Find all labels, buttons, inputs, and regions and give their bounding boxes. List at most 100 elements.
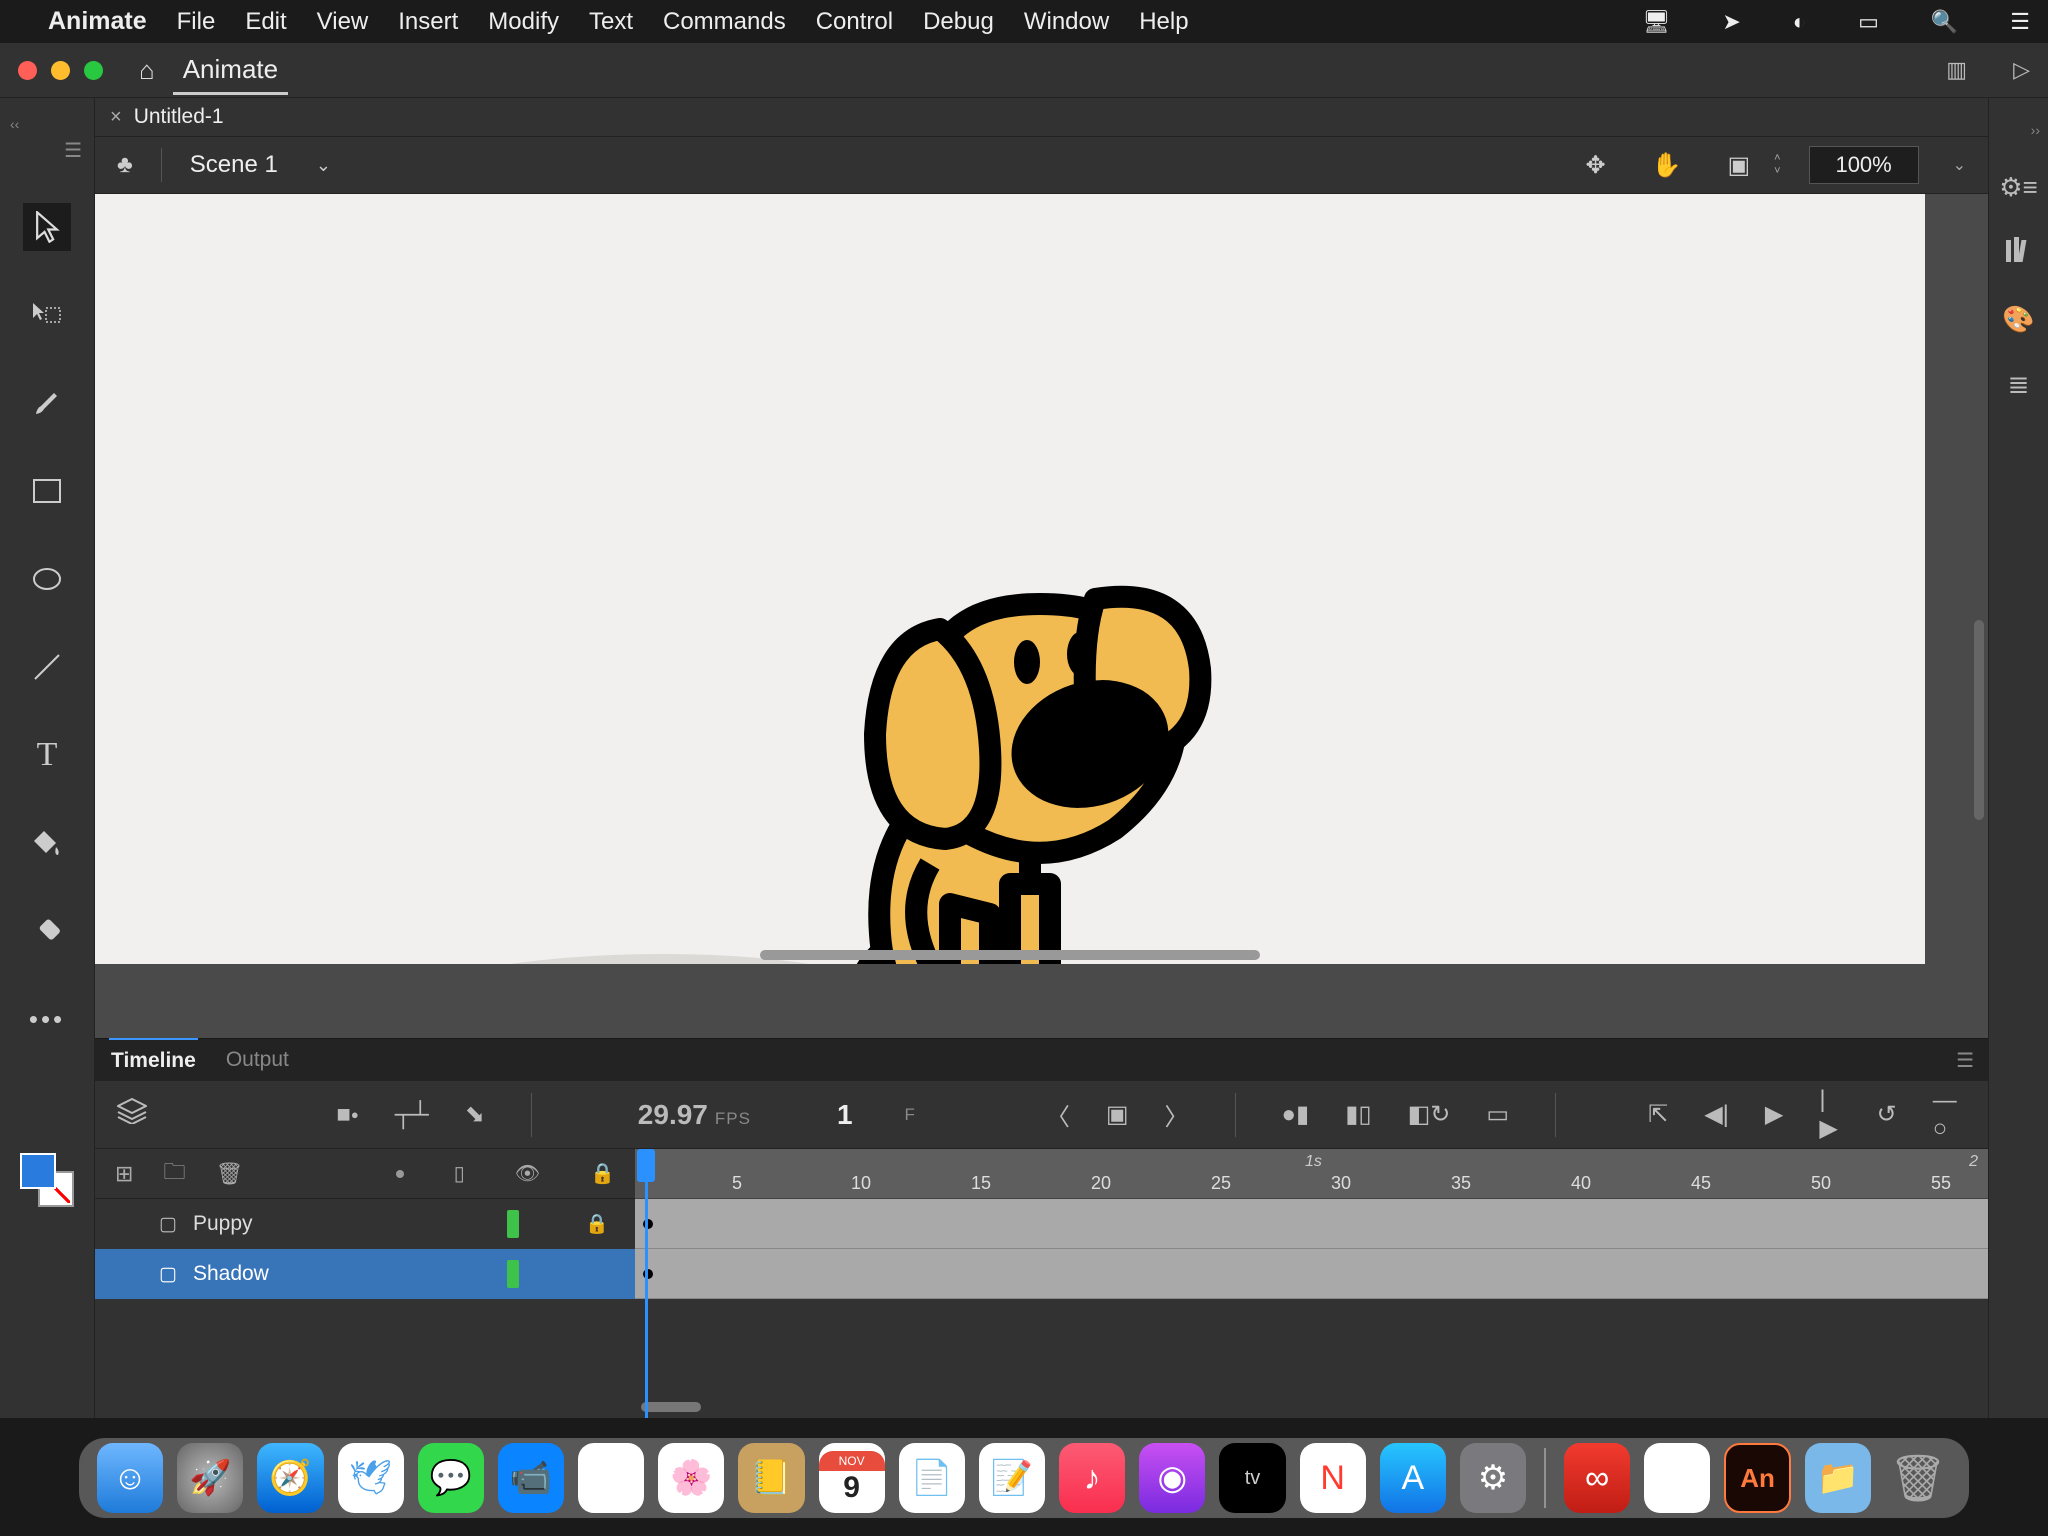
new-folder-icon[interactable]: 🗀 [163, 1155, 185, 1193]
track-puppy[interactable] [635, 1199, 1988, 1249]
stop-icon[interactable]: ▣ [1106, 1100, 1129, 1129]
center-stage-icon[interactable]: ✥ [1585, 151, 1605, 180]
layer-row-shadow[interactable]: ▢ Shadow 🔒 [95, 1249, 635, 1299]
library-panel-icon[interactable] [2005, 237, 2033, 270]
frame-insert-icon[interactable]: ▭ [1486, 1100, 1509, 1129]
doc-tab-close-icon[interactable]: × [110, 106, 122, 129]
keyframe-insert-icon[interactable]: ●▮ [1282, 1100, 1310, 1129]
menu-control[interactable]: Control [816, 8, 893, 36]
dock-app-creative-cloud[interactable]: ∞ [1564, 1443, 1630, 1513]
window-minimize-button[interactable] [51, 61, 70, 80]
display-icon[interactable]: 🖥 [1642, 9, 1670, 35]
color-panel-icon[interactable]: 🎨 [2002, 304, 2034, 335]
dock-app-news[interactable]: N [1300, 1443, 1366, 1513]
dock-app-finder[interactable]: ☺ [97, 1443, 163, 1513]
dock-trash[interactable]: 🗑 [1885, 1443, 1951, 1513]
free-transform-tool[interactable] [23, 291, 71, 339]
menu-debug[interactable]: Debug [923, 8, 994, 36]
dock-app-preview[interactable]: 🖼 [1644, 1443, 1710, 1513]
play-icon[interactable]: ▶ [1765, 1100, 1783, 1129]
dock-app-podcasts[interactable]: ◉ [1139, 1443, 1205, 1513]
workspace-label[interactable]: Animate [173, 45, 288, 95]
layer-depth-icon[interactable]: ⬊ [465, 1100, 485, 1129]
scene-selector[interactable]: Scene 1 [190, 151, 278, 179]
menu-window[interactable]: Window [1024, 8, 1109, 36]
dock-app-photos[interactable]: 🌸 [658, 1443, 724, 1513]
app-menu[interactable]: Animate [48, 7, 147, 36]
screen-mirror-icon[interactable]: ▭ [1858, 9, 1879, 35]
dock-app-tv[interactable]: tv [1219, 1443, 1285, 1513]
menu-commands[interactable]: Commands [663, 8, 786, 36]
stage-h-scrollbar[interactable] [760, 950, 1260, 960]
menu-file[interactable]: File [177, 8, 216, 36]
home-button[interactable]: ⌂ [139, 55, 155, 86]
auto-keyframe-icon[interactable]: ◧↻ [1408, 1100, 1451, 1129]
fps-display[interactable]: 29.97FPS [638, 1099, 751, 1131]
collapse-chevron-icon[interactable]: ‹‹ [10, 116, 19, 132]
dock-app-safari[interactable]: 🧭 [257, 1443, 323, 1513]
dock-app-maps[interactable]: 🗺 [578, 1443, 644, 1513]
timeline-zoom-slider[interactable]: —○ [1933, 1087, 1966, 1143]
layer-row-puppy[interactable]: ▢ Puppy 🔒 [95, 1199, 635, 1249]
play-preview-icon[interactable]: ▷ [2013, 57, 2030, 83]
tab-timeline[interactable]: Timeline [109, 1038, 198, 1082]
oval-tool[interactable] [23, 555, 71, 603]
window-close-button[interactable] [18, 61, 37, 80]
timeline-h-scrollbar[interactable] [641, 1402, 701, 1412]
go-first-frame-icon[interactable]: ◀| [1704, 1100, 1729, 1129]
loop-export-icon[interactable]: ⇱ [1648, 1100, 1668, 1129]
col-highlight-icon[interactable] [396, 1170, 404, 1178]
dock-app-mail[interactable]: 🕊 [338, 1443, 404, 1513]
dock-app-appstore[interactable]: A [1380, 1443, 1446, 1513]
dock-app-launchpad[interactable]: 🚀 [177, 1443, 243, 1513]
timeline-tracks[interactable]: 1s 5 10 15 20 25 30 35 40 45 50 55 2 [635, 1149, 1988, 1418]
scene-chevron-icon[interactable]: ⌄ [316, 155, 331, 176]
step-forward-icon[interactable]: 〉 [1165, 1097, 1189, 1132]
brush-tool[interactable] [23, 379, 71, 427]
col-lock-icon[interactable]: 🔒 [590, 1161, 615, 1186]
panels-icon[interactable]: ▥ [1946, 57, 1967, 83]
rotate-view-icon[interactable]: ✋ [1652, 151, 1682, 180]
menu-view[interactable]: View [317, 8, 369, 36]
align-panel-icon[interactable]: ≣ [2008, 369, 2030, 400]
clip-stage-icon[interactable]: ▣ [1727, 151, 1750, 180]
menu-text[interactable]: Text [589, 8, 633, 36]
cc-sync-icon[interactable]: ◐ [1793, 9, 1806, 35]
rectangle-tool[interactable] [23, 467, 71, 515]
layer-parenting-icon[interactable]: ┬┴ [395, 1101, 429, 1129]
layer-color-chip[interactable] [507, 1260, 519, 1288]
text-tool[interactable]: T [23, 731, 71, 779]
layer-lock-icon[interactable]: 🔒 [585, 1212, 609, 1236]
stage[interactable] [95, 194, 1925, 964]
step-back-icon[interactable]: 〈 [1046, 1097, 1070, 1132]
dock-app-settings[interactable]: ⚙ [1460, 1443, 1526, 1513]
selection-tool[interactable] [23, 203, 71, 251]
paint-bucket-tool[interactable] [23, 819, 71, 867]
delete-layer-icon[interactable]: 🗑 [215, 1161, 243, 1187]
add-camera-icon[interactable]: ■● [336, 1101, 358, 1129]
layers-icon[interactable] [117, 1098, 147, 1131]
timeline-ruler[interactable]: 1s 5 10 15 20 25 30 35 40 45 50 55 2 [635, 1149, 1988, 1199]
dock-app-calendar[interactable]: NOV9 [819, 1443, 885, 1513]
blank-keyframe-icon[interactable]: ▮▯ [1345, 1100, 1371, 1129]
zoom-chevron-icon[interactable]: ⌄ [1953, 155, 1966, 175]
dock-app-reminders[interactable]: 📝 [979, 1443, 1045, 1513]
dock-app-music[interactable]: ♪ [1059, 1443, 1125, 1513]
track-shadow[interactable] [635, 1249, 1988, 1299]
go-last-frame-icon[interactable]: |▶ [1819, 1086, 1840, 1143]
zoom-input[interactable]: 100% [1809, 146, 1919, 184]
dock-app-animate[interactable]: An [1724, 1443, 1790, 1513]
window-zoom-button[interactable] [84, 61, 103, 80]
cursor-icon[interactable]: ➤ [1722, 9, 1740, 35]
layer-color-chip[interactable] [507, 1210, 519, 1238]
new-layer-icon[interactable]: ⊞ [115, 1161, 133, 1187]
collapse-chevron-icon[interactable]: ›› [2031, 122, 2040, 138]
dock-downloads[interactable]: 📁 [1805, 1443, 1871, 1513]
more-tools-icon[interactable]: ••• [23, 995, 71, 1043]
eraser-tool[interactable] [23, 907, 71, 955]
stage-v-scrollbar[interactable] [1974, 620, 1984, 820]
spotlight-icon[interactable]: 🔍 [1931, 9, 1958, 35]
doc-tab-label[interactable]: Untitled-1 [134, 105, 224, 129]
menu-insert[interactable]: Insert [398, 8, 458, 36]
fill-swatch[interactable] [20, 1153, 56, 1189]
